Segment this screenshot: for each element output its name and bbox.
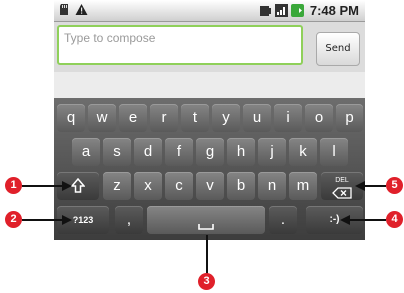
backspace-icon: [332, 187, 352, 199]
sd-card-icon: [60, 4, 68, 15]
sim-icon: [259, 6, 271, 16]
comma-key[interactable]: ,: [115, 206, 143, 234]
period-key[interactable]: .: [269, 206, 297, 234]
space-key[interactable]: [147, 206, 265, 234]
key-j[interactable]: j: [258, 138, 286, 166]
callout-badge-1: 1: [5, 177, 22, 194]
callout-badge-5: 5: [386, 177, 403, 194]
warning-icon: [75, 4, 88, 15]
key-o[interactable]: o: [305, 104, 333, 132]
key-e[interactable]: e: [119, 104, 147, 132]
key-c[interactable]: c: [165, 172, 193, 200]
key-l[interactable]: l: [320, 138, 348, 166]
key-t[interactable]: t: [181, 104, 209, 132]
key-d[interactable]: d: [134, 138, 162, 166]
key-y[interactable]: y: [212, 104, 240, 132]
key-a[interactable]: a: [72, 138, 100, 166]
callout-arrow-1: [62, 181, 72, 191]
key-m[interactable]: m: [289, 172, 317, 200]
key-r[interactable]: r: [150, 104, 178, 132]
callout-line-4: [346, 219, 386, 221]
callout-line-3: [206, 235, 208, 275]
message-area: [54, 72, 365, 98]
compose-area: Type to compose Send: [54, 22, 365, 72]
status-bar: 7:48 PM: [54, 0, 365, 22]
send-button[interactable]: Send: [316, 32, 360, 66]
key-u[interactable]: u: [243, 104, 271, 132]
phone-screen: 7:48 PM Type to compose Send q w e r t y…: [54, 0, 365, 240]
shift-icon: [70, 177, 86, 193]
key-b[interactable]: b: [227, 172, 255, 200]
clock: 7:48 PM: [309, 3, 359, 18]
compose-input[interactable]: Type to compose: [57, 25, 303, 65]
signal-icon: [274, 4, 288, 17]
callout-badge-2: 2: [5, 211, 22, 228]
key-x[interactable]: x: [134, 172, 162, 200]
space-icon: [198, 224, 214, 230]
callout-line-2: [22, 219, 64, 221]
key-n[interactable]: n: [258, 172, 286, 200]
key-h[interactable]: h: [227, 138, 255, 166]
callout-arrow-5: [355, 181, 365, 191]
callout-arrow-2: [62, 215, 72, 225]
callout-line-5: [362, 185, 386, 187]
key-w[interactable]: w: [88, 104, 116, 132]
callout-arrow-4: [340, 215, 350, 225]
key-z[interactable]: z: [103, 172, 131, 200]
key-q[interactable]: q: [57, 104, 85, 132]
battery-icon: [290, 4, 304, 17]
key-k[interactable]: k: [289, 138, 317, 166]
callout-badge-4: 4: [386, 211, 403, 228]
key-g[interactable]: g: [196, 138, 224, 166]
key-i[interactable]: i: [274, 104, 302, 132]
key-p[interactable]: p: [336, 104, 363, 132]
callout-badge-3: 3: [198, 273, 215, 290]
key-f[interactable]: f: [165, 138, 193, 166]
soft-keyboard: q w e r t y u i o p a s d f g h j k l z …: [54, 98, 365, 240]
key-s[interactable]: s: [103, 138, 131, 166]
callout-line-1: [22, 185, 64, 187]
key-v[interactable]: v: [196, 172, 224, 200]
